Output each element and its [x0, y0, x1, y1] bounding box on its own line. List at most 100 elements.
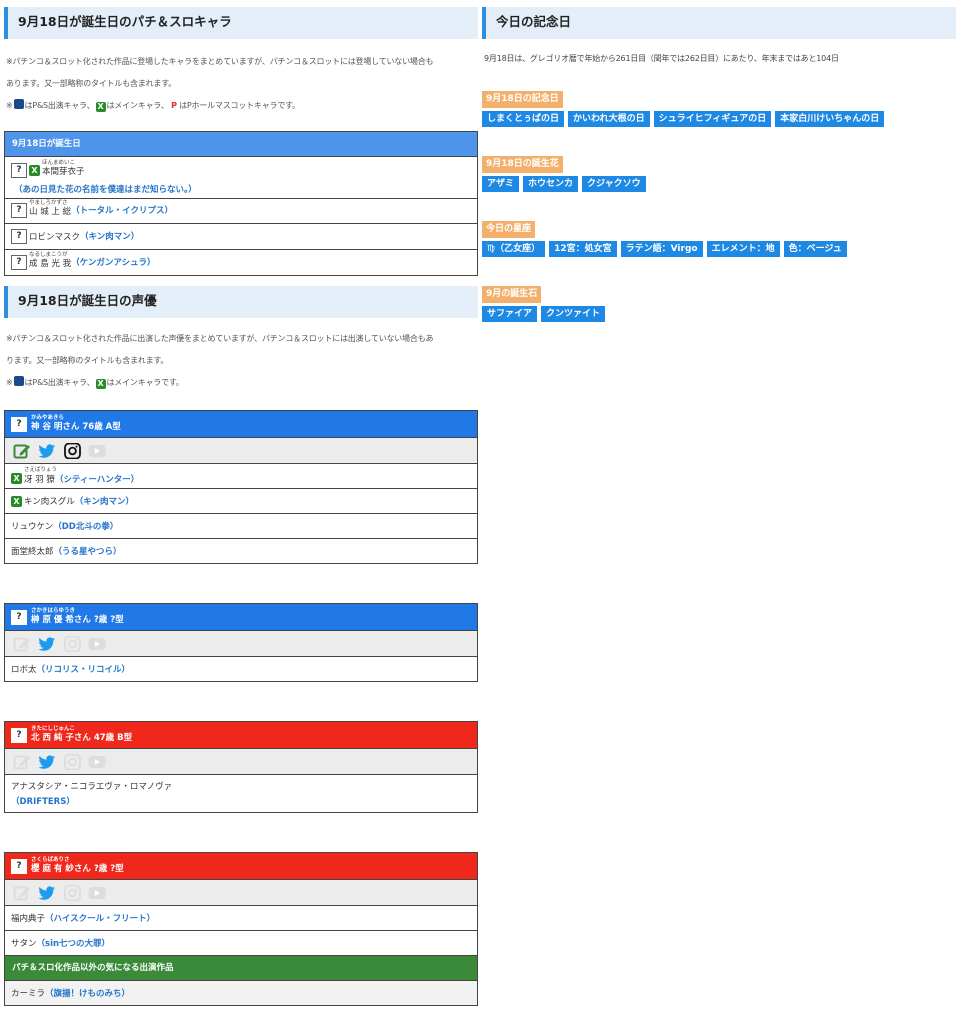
tag-chip[interactable]: エレメント：地 — [706, 241, 780, 257]
role-title-link[interactable]: （キン肉マン） — [75, 495, 134, 507]
youtube-icon — [88, 637, 106, 650]
voice-actor-name: 北 西 純 子さん 47歳 B型 — [31, 733, 133, 743]
twitter-icon[interactable] — [38, 754, 56, 770]
voice-actor-card: ? さくらばありさ櫻 庭 有 紗さん ?歳 ?型 福内典子 （ハイスクール・フリー… — [4, 852, 478, 1006]
unknown-image-box: ? — [11, 203, 27, 218]
chara-title-link[interactable]: （トータル・イクリプス） — [71, 206, 173, 216]
instagram-icon[interactable] — [63, 442, 81, 459]
main-chara-icon: X — [95, 102, 106, 112]
role-row[interactable]: サタン （sin七つの大罪） — [5, 930, 477, 955]
tag-chip[interactable]: アザミ — [482, 176, 520, 192]
legend-mark: ※ — [6, 101, 13, 110]
role-row[interactable]: 福内典子 （ハイスクール・フリート） — [5, 905, 477, 930]
role-name: キン肉スグル — [24, 497, 75, 507]
unknown-image-box: ? — [11, 163, 27, 178]
role-name: 面堂終太郎 — [11, 547, 54, 557]
chara-row[interactable]: ? やましろかずさ山 城 上 総（トータル・イクリプス） — [5, 198, 477, 223]
role-title-link[interactable]: （うる星やつら） — [54, 545, 122, 557]
tag-chip[interactable]: クンツァイト — [541, 306, 606, 322]
tag-chip[interactable]: 12宮：処女宮 — [549, 241, 617, 257]
chara-row[interactable]: ? ロビンマスク（キン肉マン） — [5, 223, 477, 249]
unknown-image-box: ? — [11, 858, 27, 874]
role-name: サタン — [11, 939, 37, 949]
tag-chip[interactable]: 本家白川けいちゃんの日 — [775, 111, 885, 127]
tag-chip[interactable]: サファイア — [482, 306, 538, 322]
va-section-title: 9月18日が誕生日の声優 — [4, 286, 478, 318]
instagram-icon — [64, 753, 81, 770]
unknown-image-box: ? — [11, 416, 27, 432]
social-links — [5, 879, 477, 905]
voice-actor-header[interactable]: ? さかきはらゆうき榊 原 優 希さん ?歳 ?型 — [5, 604, 477, 630]
tag-chip[interactable]: ラテン語：Virgo — [620, 241, 703, 257]
legend-mascot: はPホールマスコットキャラです。 — [179, 101, 300, 110]
chara-legend: ※ はP&S出演キャラ、 X はメインキャラ、 P はPホールマスコットキャラです。 — [6, 95, 476, 117]
role-row[interactable]: カーミラ （旗揚！けものみち） — [5, 980, 477, 1005]
social-links — [5, 748, 477, 774]
ps-chara-icon — [13, 99, 24, 109]
ruby-text: さかきはらゆうき — [31, 608, 76, 614]
chara-name: 山 城 上 総 — [29, 206, 72, 217]
role-name: 冴 羽 獠 — [24, 474, 55, 485]
tag-chip[interactable]: 色：ベージュ — [783, 241, 847, 257]
role-title-link[interactable]: （ハイスクール・フリート） — [45, 912, 155, 924]
role-title-link[interactable]: （sin七つの大罪） — [37, 937, 111, 949]
birth-flower-group: 9月18日の誕生花 アザミ ホウセンカ クジャクソウ — [482, 151, 956, 192]
main-chara-icon: X — [95, 379, 106, 389]
role-title-link[interactable]: （DRIFTERS） — [11, 795, 471, 810]
edit-icon — [13, 755, 30, 769]
voice-actor-card: ? きたにしじゅんこ北 西 純 子さん 47歳 B型 アナスタシア・ニコラエヴァ… — [4, 721, 478, 813]
role-row[interactable]: X キン肉スグル （キン肉マン） — [5, 488, 477, 513]
ps-chara-icon — [13, 376, 24, 386]
ruby-text: さくらばありさ — [31, 857, 70, 863]
chara-row[interactable]: ? X ほんまめいこ 本間芽衣子 （あの日見た花の名前を僕達はまだ知らない。） — [5, 156, 477, 198]
hall-mascot-icon: P — [171, 101, 177, 110]
chara-row[interactable]: ? なるしまこうが成 島 光 我（ケンガンアシュラ） — [5, 249, 477, 275]
chara-note-line-2: あります。又一部略称のタイトルも含まれます。 — [6, 79, 176, 88]
unknown-image-box: ? — [11, 229, 27, 244]
role-row[interactable]: X さえばりょう冴 羽 獠（シティーハンター） — [5, 463, 477, 488]
role-title-link[interactable]: （DD北斗の拳） — [53, 520, 118, 532]
role-title-link[interactable]: （リコリス・リコイル） — [37, 663, 131, 675]
tag-chip[interactable]: かいわれ大根の日 — [568, 111, 650, 127]
main-chara-icon: X — [29, 165, 40, 176]
role-row[interactable]: リュウケン （DD北斗の拳） — [5, 513, 477, 538]
left-column: 9月18日が誕生日のパチ＆スロキャラ ※パチンコ＆スロット化された作品に登場した… — [4, 7, 478, 1006]
edit-icon[interactable] — [13, 443, 31, 459]
tag-chip[interactable]: しまくとぅばの日 — [482, 111, 565, 127]
unknown-image-box: ? — [11, 255, 27, 270]
chara-section-title: 9月18日が誕生日のパチ＆スロキャラ — [4, 7, 478, 39]
chara-title-link[interactable]: （ケンガンアシュラ） — [71, 258, 155, 268]
role-title-link[interactable]: （旗揚！けものみち） — [45, 987, 130, 999]
ruby-text: さえばりょう — [24, 466, 58, 473]
social-links — [5, 630, 477, 656]
youtube-icon — [88, 886, 106, 899]
twitter-icon[interactable] — [38, 636, 56, 652]
twitter-icon[interactable] — [38, 443, 56, 459]
role-row[interactable]: ロボ太 （リコリス・リコイル） — [5, 656, 477, 681]
tag-chip[interactable]: ホウセンカ — [523, 176, 579, 192]
voice-actor-name: 神 谷 明さん 76歳 A型 — [31, 422, 121, 432]
chara-name: 成 島 光 我 — [29, 258, 72, 269]
birthstone-group: 9月の誕生石 サファイア クンツァイト — [482, 281, 956, 322]
legend-mark: ※ — [6, 378, 13, 387]
va-note: ※パチンコ＆スロット化された作品に出演した声優をまとめていますが、パチンコ＆スロ… — [4, 328, 478, 394]
tag-chip[interactable]: ♍（乙女座） — [482, 241, 546, 257]
ruby-text: なるしまこうが — [29, 251, 68, 258]
twitter-icon[interactable] — [38, 885, 56, 901]
main-chara-icon: X — [11, 495, 22, 507]
chara-title-link[interactable]: （キン肉マン） — [80, 232, 139, 242]
voice-actor-header[interactable]: ? きたにしじゅんこ北 西 純 子さん 47歳 B型 — [5, 722, 477, 748]
role-row[interactable]: 面堂終太郎 （うる星やつら） — [5, 538, 477, 563]
main-chara-icon: X — [11, 473, 22, 484]
voice-actor-header[interactable]: ? さくらばありさ櫻 庭 有 紗さん ?歳 ?型 — [5, 853, 477, 879]
instagram-icon — [64, 635, 81, 652]
tag-chip[interactable]: クジャクソウ — [582, 176, 646, 192]
role-row[interactable]: アナスタシア・ニコラエヴァ・ロマノヴァ （DRIFTERS） — [5, 774, 477, 812]
tag-chip[interactable]: シュライヒフィギュアの日 — [653, 111, 772, 127]
voice-actor-header[interactable]: ? かみやあきら神 谷 明さん 76歳 A型 — [5, 411, 477, 437]
unknown-image-box: ? — [11, 727, 27, 743]
chara-table-header: 9月18日が誕生日 — [5, 132, 477, 156]
group-label: 今日の星座 — [482, 221, 536, 238]
chara-title-link[interactable]: （あの日見た花の名前を僕達はまだ知らない。） — [14, 183, 471, 195]
role-title-link[interactable]: （シティーハンター） — [55, 473, 139, 485]
